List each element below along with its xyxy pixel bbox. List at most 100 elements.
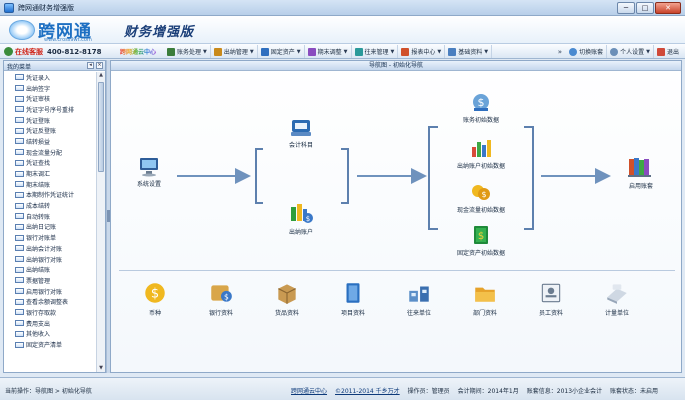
menu-item-label: 期末调汇 (26, 171, 51, 179)
menu-item[interactable]: 银行对账单 (4, 232, 97, 243)
shortcut-goods-box[interactable]: 货品资料 (263, 280, 311, 317)
menu-item-label: 查看余额调整表 (26, 299, 69, 307)
menu-item[interactable]: 票据管理 (4, 275, 97, 286)
contact-icon (354, 47, 363, 56)
switch-account-button[interactable]: 切换账套 (566, 45, 608, 58)
toolbar-menu-period[interactable]: 期末调整 ▼ (305, 45, 352, 58)
menu-item[interactable]: 出纳会计对账 (4, 243, 97, 254)
menu-item[interactable]: 出纳银行对账 (4, 254, 97, 265)
menu-close-icon[interactable]: × (96, 62, 103, 69)
status-info: 跨网通云中心 ©2011-2014 千乡万才 操作员：管理员 会计期间：2014… (291, 386, 666, 395)
menu-item[interactable]: 自动转账 (4, 211, 97, 222)
chevron-down-icon: ▼ (646, 48, 650, 55)
menu-item-label: 启用银行对账 (26, 288, 63, 296)
menu-item[interactable]: 凭证录入 (4, 72, 97, 83)
window-titlebar: 跨网通财务增强版 ─ □ ✕ (0, 0, 685, 16)
menu-pin-icon[interactable]: ◂ (87, 62, 94, 69)
personal-settings-button[interactable]: 个人设置 ▼ (607, 45, 654, 58)
document-icon (15, 85, 24, 92)
toolbar-menu-basedata[interactable]: 基础资料 ▼ (445, 45, 493, 58)
menu-item[interactable]: 费用支出 (4, 318, 97, 329)
online-support[interactable]: 在线客服 400-812-8178 (4, 46, 102, 57)
shortcut-bank[interactable]: $ 银行资料 (197, 280, 245, 317)
menu-item[interactable]: 现金流量分配 (4, 147, 97, 158)
menu-item[interactable]: 凭证登账 (4, 115, 97, 126)
exit-label: 退出 (666, 49, 679, 56)
cloud-center-status-link[interactable]: 跨网通云中心 (291, 386, 327, 395)
menu-item[interactable]: 凭证反登账 (4, 125, 97, 136)
toolbar-menu-ledger[interactable]: 账务处理 ▼ (164, 45, 211, 58)
chevron-down-icon: ▼ (249, 48, 254, 55)
menu-item[interactable]: 期末结账 (4, 179, 97, 190)
menu-item-label: 凭证反登账 (26, 128, 57, 136)
shortcut-currency[interactable]: $ 币种 (131, 280, 179, 317)
computer-icon (140, 158, 158, 177)
menu-item-label: 出纳签字 (26, 85, 51, 93)
shortcut-employee-card[interactable]: 员工资料 (527, 280, 575, 317)
switch-icon (569, 47, 578, 56)
shortcut-department-folder[interactable]: 部门资料 (461, 280, 509, 317)
menu-item[interactable]: 本期制作凭证统计 (4, 190, 97, 201)
menu-item[interactable]: 结转损益 (4, 136, 97, 147)
maximize-button[interactable]: □ (636, 2, 654, 14)
toolbar-menu-cashier[interactable]: 出纳管理 ▼ (211, 45, 258, 58)
menu-item[interactable]: 凭证查找 (4, 158, 97, 169)
document-icon (15, 256, 24, 263)
document-icon (15, 170, 24, 177)
toolbar-menu-asset[interactable]: 固定资产 ▼ (258, 45, 305, 58)
scroll-up-icon[interactable]: ▲ (98, 72, 104, 79)
menu-item[interactable]: 出纳签字 (4, 83, 97, 94)
copyright-link[interactable]: ©2011-2014 千乡万才 (335, 386, 400, 395)
menu-item[interactable]: 凭证审核 (4, 93, 97, 104)
window-controls: ─ □ ✕ (616, 2, 681, 14)
chevron-down-icon: ▼ (343, 48, 348, 55)
minimize-button[interactable]: ─ (617, 2, 635, 14)
shortcut-contact-unit[interactable]: 往来单位 (395, 280, 443, 317)
exit-button[interactable]: 退出 (654, 45, 682, 58)
node-init-ledger[interactable]: $ 账务初始数据 (451, 91, 511, 124)
menu-scrollbar[interactable]: ▲ ▼ (96, 72, 105, 372)
menu-item[interactable]: 凭证字号序号重排 (4, 104, 97, 115)
support-phone: 400-812-8178 (47, 47, 102, 56)
toolbar-more-button[interactable]: » (554, 48, 566, 56)
menu-item-label: 凭证审核 (26, 96, 51, 104)
group-bracket (428, 126, 438, 230)
close-button[interactable]: ✕ (655, 2, 681, 14)
scroll-thumb[interactable] (98, 82, 104, 172)
document-icon (15, 191, 24, 198)
document-icon (15, 106, 24, 113)
menu-item[interactable]: 其他收入 (4, 329, 97, 340)
cloud-center-link[interactable]: 跨网通云中心 (120, 47, 156, 56)
toolbar-menu-report[interactable]: 报表中心 ▼ (398, 45, 446, 58)
department-folder-icon (475, 287, 495, 302)
goods-box-icon (278, 284, 296, 304)
node-init-cashier[interactable]: 出纳账户初始数据 (446, 137, 516, 170)
shortcut-measure-unit[interactable]: 计量单位 (593, 280, 641, 317)
menu-item[interactable]: 期末调汇 (4, 168, 97, 179)
status-bar: 当前操作：导航图 > 初始化导航 跨网通云中心 ©2011-2014 千乡万才 … (0, 377, 685, 400)
document-icon (15, 95, 24, 102)
scroll-down-icon[interactable]: ▼ (98, 365, 104, 372)
node-cash-accounts[interactable]: $ 出纳账户 (279, 201, 323, 236)
node-accounts[interactable]: 会计科目 (279, 116, 323, 149)
menu-item[interactable]: 出纳结账 (4, 264, 97, 275)
menu-item[interactable]: 成本结转 (4, 200, 97, 211)
chevron-down-icon: ▼ (437, 48, 442, 55)
menu-item[interactable]: 启用银行对账 (4, 286, 97, 297)
menu-item[interactable]: 固定资产清单 (4, 339, 97, 350)
report-icon (401, 47, 410, 56)
node-init-assets[interactable]: $ 固定资产初始数据 (446, 224, 516, 257)
window-title: 跨网通财务增强版 (18, 4, 74, 12)
basedata-icon (448, 47, 457, 56)
toolbar-menu-contact[interactable]: 往来管理 ▼ (352, 45, 399, 58)
menu-item[interactable]: 出纳日记账 (4, 222, 97, 233)
node-label: 启用账套 (628, 183, 653, 190)
node-enable-account[interactable]: 启用账套 (619, 155, 663, 190)
shortcut-project-book[interactable]: 项目资料 (329, 280, 377, 317)
node-init-cashflow[interactable]: $ 现金流量初始数据 (446, 181, 516, 214)
node-system-settings[interactable]: 系统设置 (127, 155, 171, 188)
menu-item[interactable]: 查看余额调整表 (4, 296, 97, 307)
menu-item[interactable]: 银行存取款 (4, 307, 97, 318)
menu-item-label: 出纳日记账 (26, 224, 57, 232)
node-label: 出纳账户 (288, 229, 313, 236)
